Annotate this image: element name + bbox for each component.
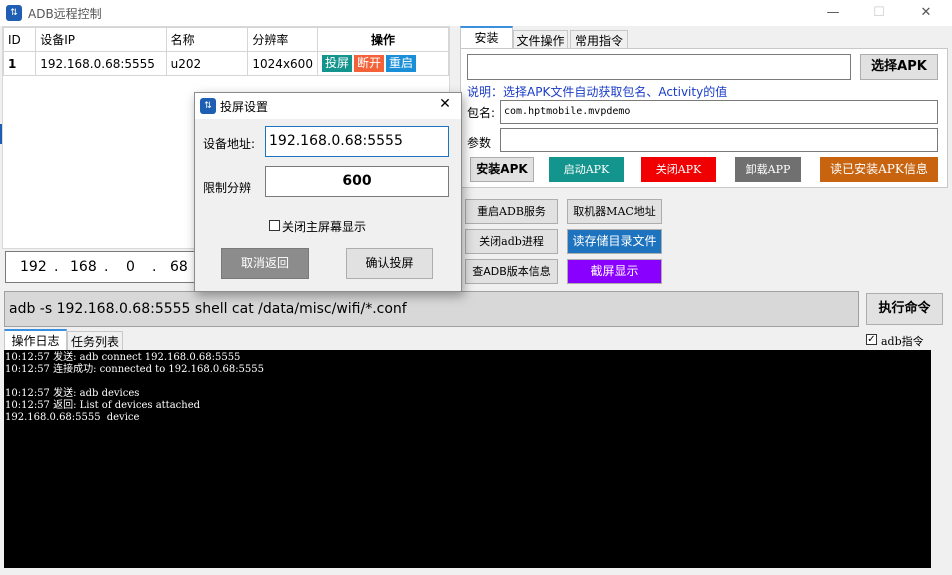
cast-button[interactable]: 投屏	[321, 55, 352, 72]
ip-address-input[interactable]: 192 . 168 . 0 . 68	[5, 251, 205, 283]
device-table: ID 设备IP 名称 分辨率 操作 1 192.168.0.68:5555 u2…	[2, 27, 450, 76]
reboot-button[interactable]: 重启	[385, 55, 416, 72]
cast-settings-dialog: ⇅ 投屏设置 ✕ 设备地址: 192.168.0.68:5555 限制分辨 60…	[194, 92, 462, 292]
start-apk-button[interactable]: 启动APK	[549, 157, 624, 182]
params-input[interactable]	[500, 128, 938, 152]
command-input[interactable]: adb -s 192.168.0.68:5555 shell cat /data…	[4, 291, 859, 327]
col-header-ip: 设备IP	[35, 27, 167, 52]
ip-dot-2: .	[104, 259, 109, 275]
ip-octet-3[interactable]: 0	[126, 259, 135, 275]
log-scrollbar[interactable]	[931, 350, 946, 568]
apk-path-input[interactable]	[467, 54, 851, 80]
adb-command-checkbox[interactable]: ✓	[866, 334, 877, 345]
table-row[interactable]: 1 192.168.0.68:5555 u202 1024x600 投屏 断开 重启	[2, 51, 450, 76]
kill-adb-button[interactable]: 关闭adb进程	[465, 229, 558, 254]
install-apk-button[interactable]: 安装APK	[470, 157, 534, 182]
restart-adb-button[interactable]: 重启ADB服务	[465, 199, 558, 224]
maximize-button[interactable]: ☐	[856, 0, 902, 26]
limit-resolution-label: 限制分辨	[203, 181, 252, 195]
dialog-close-icon[interactable]: ✕	[433, 96, 457, 112]
cancel-button[interactable]: 取消返回	[221, 248, 309, 279]
run-command-button[interactable]: 执行命令	[866, 293, 943, 325]
uninstall-app-button[interactable]: 卸载APP	[735, 157, 801, 182]
app-icon: ⇅	[6, 5, 22, 21]
table-header-row: ID 设备IP 名称 分辨率 操作	[2, 27, 450, 52]
cell-name: u202	[165, 51, 249, 76]
title-bar: ⇅ ADB远程控制 — ☐ ✕	[0, 0, 952, 26]
close-main-screen-checkbox[interactable]	[269, 220, 280, 231]
ip-octet-2[interactable]: 168	[70, 259, 97, 275]
select-apk-button[interactable]: 选择APK	[860, 54, 938, 80]
ip-octet-4[interactable]: 68	[170, 259, 188, 275]
read-installed-apk-button[interactable]: 读已安装APK信息	[820, 157, 938, 182]
adb-version-button[interactable]: 查ADB版本信息	[465, 259, 558, 284]
cell-id: 1	[2, 51, 37, 76]
ip-dot-1: .	[54, 259, 59, 275]
ip-octet-1[interactable]: 192	[20, 259, 47, 275]
adb-command-label: adb指令	[881, 335, 924, 348]
ip-dot-3: .	[152, 259, 157, 275]
tab-operation-log[interactable]: 操作日志	[4, 329, 67, 352]
dialog-app-icon: ⇅	[200, 98, 216, 114]
cell-actions: 投屏 断开 重启	[316, 51, 450, 76]
disconnect-button[interactable]: 断开	[353, 55, 384, 72]
screenshot-button[interactable]: 截屏显示	[567, 259, 662, 284]
confirm-cast-button[interactable]: 确认投屏	[346, 248, 433, 279]
params-label: 参数	[467, 136, 492, 150]
col-header-name: 名称	[165, 27, 249, 52]
package-input[interactable]: com.hptmobile.mvpdemo	[500, 100, 938, 124]
limit-resolution-input[interactable]: 600	[265, 166, 449, 197]
operation-log: 10:12:57 发送: adb connect 192.168.0.68:55…	[4, 350, 931, 568]
cell-resolution: 1024x600	[247, 51, 318, 76]
tab-task-list[interactable]: 任务列表	[67, 331, 123, 352]
package-label: 包名:	[467, 106, 496, 120]
col-header-resolution: 分辨率	[247, 27, 318, 52]
col-header-id: ID	[2, 27, 37, 52]
dialog-title: 投屏设置	[220, 100, 269, 114]
col-header-actions: 操作	[316, 27, 450, 52]
install-note: 说明：选择APK文件自动获取包名、Activity的值	[467, 85, 728, 99]
read-storage-button[interactable]: 读存储目录文件	[567, 229, 662, 254]
minimize-button[interactable]: —	[810, 0, 856, 26]
device-address-input[interactable]: 192.168.0.68:5555	[265, 126, 449, 157]
dialog-title-bar: ⇅ 投屏设置 ✕	[195, 93, 461, 119]
window-title: ADB远程控制	[28, 7, 102, 21]
tab-install[interactable]: 安装	[460, 26, 513, 49]
splitter-mark	[0, 124, 3, 144]
close-button[interactable]: ✕	[903, 0, 949, 26]
close-main-screen-label: 关闭主屏幕显示	[282, 220, 367, 234]
get-mac-button[interactable]: 取机器MAC地址	[567, 199, 662, 224]
cell-ip: 192.168.0.68:5555	[35, 51, 167, 76]
device-address-label: 设备地址:	[203, 137, 256, 151]
close-apk-button[interactable]: 关闭APK	[641, 157, 716, 182]
